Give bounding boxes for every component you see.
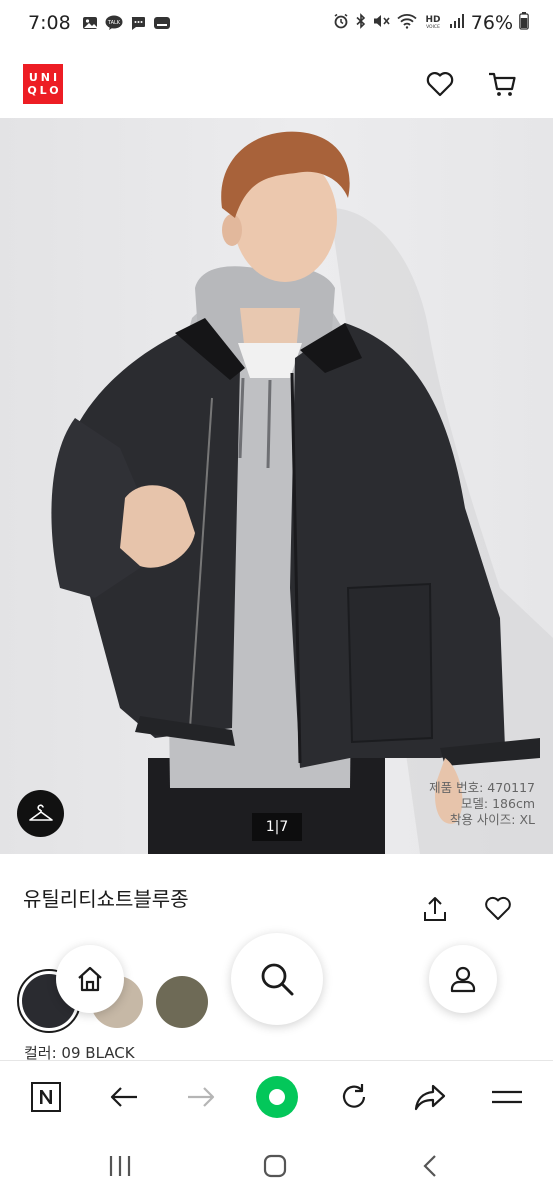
browser-toolbar [0,1060,553,1132]
image-pager: 1|7 [252,813,302,841]
signal-icon [449,12,465,34]
svg-text:VOICE: VOICE [426,24,440,29]
wallet-icon [153,14,171,32]
share-page-button[interactable] [408,1075,452,1119]
model-height-text: 모델: 186cm [460,796,535,811]
share-icon [414,1084,446,1111]
hd-voice-icon: HD VOICE [423,12,443,34]
svg-text:HD: HD [425,15,440,25]
reload-icon [342,1084,366,1108]
logo-line-2: QLO [27,84,62,97]
status-time: 7:08 [28,12,71,34]
product-number-text: 제품 번호: 470117 [429,780,535,795]
status-bar: 7:08 TALK HD VOICE 76% [0,0,553,46]
home-square-icon [263,1154,287,1178]
talk-icon: TALK [105,14,123,32]
cart-button[interactable] [486,68,518,100]
back-arrow-icon [110,1087,137,1107]
home-icon [78,966,102,992]
worn-size-text: 착용 사이즈: XL [449,812,535,827]
logo-line-1: UNI [28,71,61,84]
browser-menu-button[interactable] [485,1075,529,1119]
gallery-icon [81,14,99,32]
model-illustration [51,131,553,854]
app-header: UNI QLO [0,46,553,118]
green-dot-icon [256,1076,298,1118]
naver-home-button[interactable] [24,1075,68,1119]
user-icon [450,966,476,993]
heart-icon [426,72,454,97]
bluetooth-icon [355,12,367,34]
battery-icon [519,11,529,35]
home-system-button[interactable] [257,1150,293,1182]
chat-icon [129,14,147,32]
menu-icon [492,1090,522,1104]
naver-icon [31,1082,61,1112]
model-info: 제품 번호: 470117 모델: 186cm 착용 사이즈: XL [429,780,535,828]
back-system-button[interactable] [412,1150,448,1182]
browser-forward-button[interactable] [179,1075,223,1119]
heart-outline-icon [485,896,511,920]
chevron-left-icon [423,1155,436,1177]
uniqlo-logo[interactable]: UNI QLO [23,64,63,104]
status-right: HD VOICE 76% [333,11,529,35]
product-image[interactable]: 1|7 제품 번호: 470117 모델: 186cm 착용 사이즈: XL [0,118,553,854]
try-on-button[interactable] [17,790,64,837]
share-product-button[interactable] [420,894,450,924]
favorite-product-button[interactable] [483,894,513,924]
recent-apps-icon [109,1156,131,1176]
upload-share-icon [424,897,446,921]
browser-back-button[interactable] [102,1075,146,1119]
reload-button[interactable] [332,1075,376,1119]
cart-icon [489,72,516,96]
home-button[interactable] [56,945,124,1013]
hanger-icon [28,803,53,821]
green-dot-button[interactable] [255,1075,299,1119]
wifi-icon [397,12,417,34]
account-button[interactable] [429,945,497,1013]
search-icon [261,963,294,996]
color-swatch-olive[interactable] [156,976,208,1028]
alarm-icon [333,12,349,34]
wishlist-button[interactable] [424,68,456,100]
recent-apps-button[interactable] [102,1150,138,1182]
product-title: 유틸리티쇼트블루종 [23,887,189,911]
svg-text:TALK: TALK [107,20,121,26]
battery-text: 76% [470,12,513,34]
search-button[interactable] [231,933,323,1025]
mute-icon [373,12,391,34]
system-navigation-bar [0,1132,553,1200]
forward-arrow-icon [188,1087,215,1107]
